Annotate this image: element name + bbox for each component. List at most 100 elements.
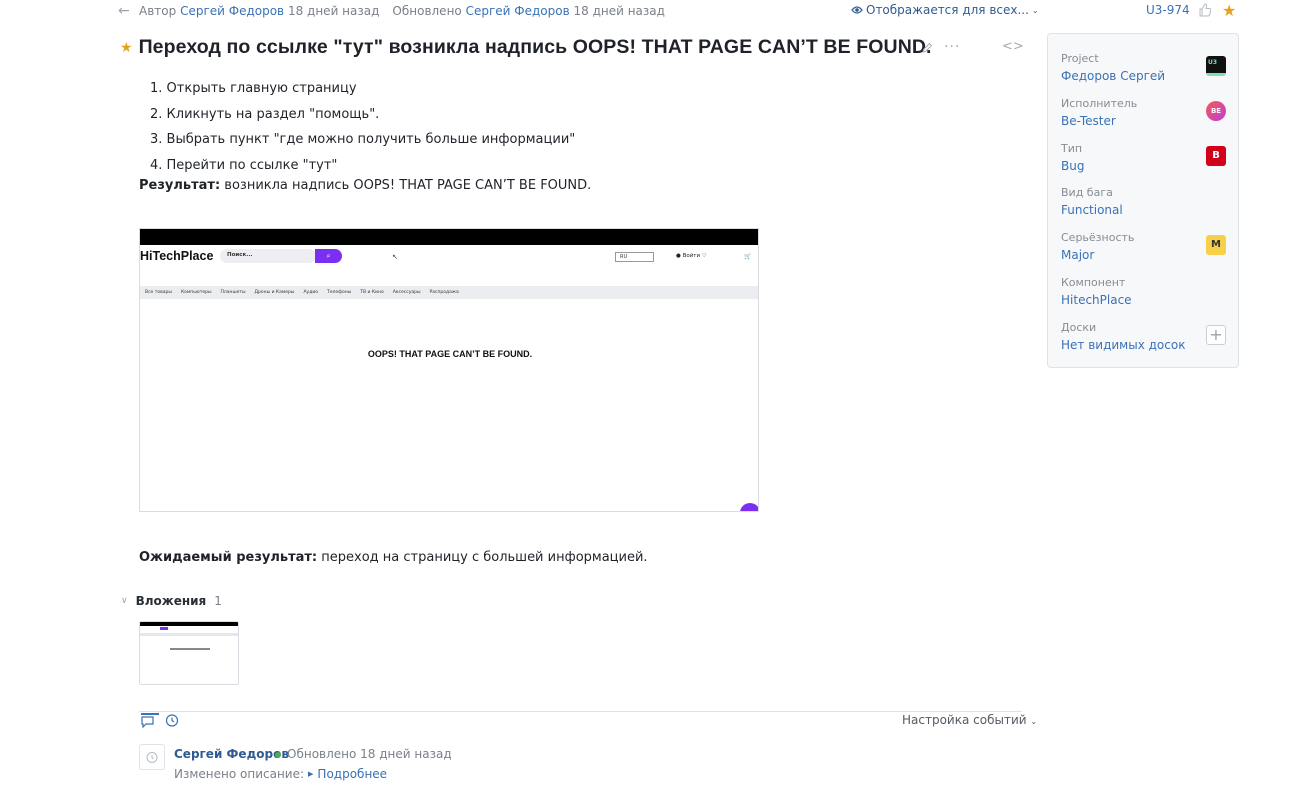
site-search-input: Поиск... <box>220 249 316 263</box>
event-settings-label: Настройка событий <box>902 713 1027 727</box>
error-message: OOPS! THAT PAGE CAN’T BE FOUND. <box>367 349 533 359</box>
field-label: Исполнитель <box>1061 97 1138 110</box>
issue-fields-panel: Project Федоров Сергей U3 Исполнитель Be… <box>1047 33 1239 368</box>
site-nav-item: Дроны и Камеры <box>254 290 295 295</box>
site-nav-item: ТВ и Кино <box>360 290 384 295</box>
history-entry-icon <box>139 744 165 770</box>
step-item: 1. Открыть главную страницу <box>150 81 357 96</box>
event-settings-dropdown[interactable]: Настройка событий ⌄ <box>902 713 1037 727</box>
site-nav-item: Все товары <box>145 290 172 295</box>
field-value[interactable]: Федоров Сергей <box>1061 69 1165 83</box>
embedded-screenshot[interactable]: HiTechPlace Поиск... ⌕ ↖ RU ● Войти ♡ 🛒 … <box>139 228 759 512</box>
assignee-avatar: BE <box>1206 101 1226 121</box>
code-view-icon[interactable]: <> <box>1002 39 1024 54</box>
field-value[interactable]: Bug <box>1061 159 1084 173</box>
entry-change-line: Изменено описание: ▶ Подробнее <box>174 767 387 781</box>
cart-icon: 🛒 <box>744 253 752 260</box>
title-row: ★ Переход по ссылке "тут" возникла надпи… <box>120 36 932 59</box>
result-line: Результат: возникла надпись OOPS! THAT P… <box>139 178 591 193</box>
site-logo: HiTechPlace <box>140 249 214 263</box>
field-value[interactable]: HitechPlace <box>1061 293 1132 307</box>
more-options-icon[interactable]: ··· <box>944 39 960 55</box>
step-item: 3. Выбрать пункт "где можно получить бол… <box>150 132 576 147</box>
issue-id-link[interactable]: U3-974 <box>1146 3 1190 17</box>
tab-comments[interactable] <box>141 713 159 729</box>
back-arrow-icon[interactable]: ← <box>118 4 132 18</box>
site-nav-item: Планшеты <box>220 290 246 295</box>
thumb-search <box>160 627 168 630</box>
attachments-header[interactable]: ∨ Вложения 1 <box>121 594 222 608</box>
site-nav-item: Распродажа <box>429 290 459 295</box>
type-badge: B <box>1206 146 1226 166</box>
clock-icon <box>165 714 179 727</box>
field-label: Серьёзность <box>1061 231 1135 244</box>
project-avatar: U3 <box>1206 56 1226 76</box>
result-text: возникла надпись OOPS! THAT PAGE CAN’T B… <box>220 178 592 193</box>
field-label: Тип <box>1061 142 1083 155</box>
field-label: Вид бага <box>1061 186 1113 199</box>
language-select: RU <box>615 252 654 262</box>
thumbs-up-icon[interactable] <box>1198 3 1212 17</box>
expected-result-line: Ожидаемый результат: переход на страницу… <box>139 550 648 565</box>
chat-bubble-icon <box>740 503 758 511</box>
updated-prefix: Обновлено <box>392 4 462 18</box>
cursor-icon: ↖ <box>392 253 398 261</box>
field-bug-kind[interactable]: Вид бага Functional <box>1061 186 1123 217</box>
favorite-star-icon[interactable]: ★ <box>1222 1 1236 20</box>
field-label: Project <box>1061 52 1099 65</box>
field-value[interactable]: Нет видимых досок <box>1061 338 1185 352</box>
entry-author-link[interactable]: Сергей Федоров <box>174 747 289 761</box>
pencil-icon[interactable] <box>920 41 934 55</box>
site-nav: Все товары Компьютеры Планшеты Дроны и К… <box>140 286 758 299</box>
site-nav-item: Компьютеры <box>180 290 212 295</box>
result-label: Результат: <box>139 178 221 193</box>
author-link[interactable]: Сергей Федоров <box>180 4 284 18</box>
visibility-dropdown[interactable]: Отображается для всех... ⌄ <box>851 3 1039 17</box>
field-assignee[interactable]: Исполнитель Be-Tester <box>1061 97 1137 128</box>
browser-top-bar <box>140 229 758 245</box>
issue-meta-bar: ← Автор Сергей Федоров 18 дней назад Обн… <box>118 3 1238 19</box>
steps-list: 1. Открыть главную страницу 2. Кликнуть … <box>150 76 575 178</box>
comment-icon <box>141 716 154 729</box>
step-item: 2. Кликнуть на раздел "помощь". <box>150 106 380 122</box>
field-project[interactable]: Project Федоров Сергей <box>1061 52 1165 83</box>
attachments-label: Вложения <box>135 594 207 608</box>
online-status-dot <box>275 752 281 758</box>
clock-icon <box>146 752 158 763</box>
site-nav-item: Аксессуары <box>392 290 421 295</box>
login-label: Войти <box>682 253 701 259</box>
field-value[interactable]: Functional <box>1061 203 1123 217</box>
entry-change-label: Изменено описание: <box>174 767 305 781</box>
star-icon[interactable]: ★ <box>120 40 133 56</box>
eye-icon <box>851 6 863 14</box>
site-login: ● Войти ♡ <box>676 253 707 259</box>
issue-title: Переход по ссылке "тут" возникла надпись… <box>138 36 932 58</box>
site-nav-item: Телефоны <box>327 290 352 295</box>
expected-text: переход на страницу с большей информацие… <box>317 550 648 565</box>
chevron-down-icon: ∨ <box>121 596 128 606</box>
site-nav-item: Аудио <box>303 290 318 295</box>
tabs-divider <box>139 711 1022 712</box>
caret-right-icon: ▶ <box>308 770 314 778</box>
search-icon: ⌕ <box>315 249 342 263</box>
thumb-nav <box>140 633 238 636</box>
author-prefix: Автор <box>139 4 177 18</box>
thumb-message <box>170 648 210 650</box>
expected-label: Ожидаемый результат: <box>139 550 318 565</box>
field-label: Компонент <box>1061 276 1126 289</box>
details-link[interactable]: Подробнее <box>317 767 387 781</box>
field-type[interactable]: Тип Bug <box>1061 142 1084 173</box>
attachment-thumbnail[interactable] <box>139 621 239 685</box>
updater-link[interactable]: Сергей Федоров <box>466 4 570 18</box>
field-value[interactable]: Be-Tester <box>1061 114 1137 128</box>
thumb-top-bar <box>140 622 238 626</box>
field-value[interactable]: Major <box>1061 248 1134 262</box>
field-boards[interactable]: Доски Нет видимых досок <box>1061 321 1185 352</box>
chevron-down-icon: ⌄ <box>1030 717 1038 726</box>
chevron-down-icon: ⌄ <box>1031 5 1039 15</box>
visibility-label: Отображается для всех... <box>866 3 1029 17</box>
field-component[interactable]: Компонент HitechPlace <box>1061 276 1132 307</box>
add-board-icon[interactable]: + <box>1206 325 1226 345</box>
field-severity[interactable]: Серьёзность Major <box>1061 231 1134 262</box>
tab-history[interactable] <box>165 713 183 728</box>
